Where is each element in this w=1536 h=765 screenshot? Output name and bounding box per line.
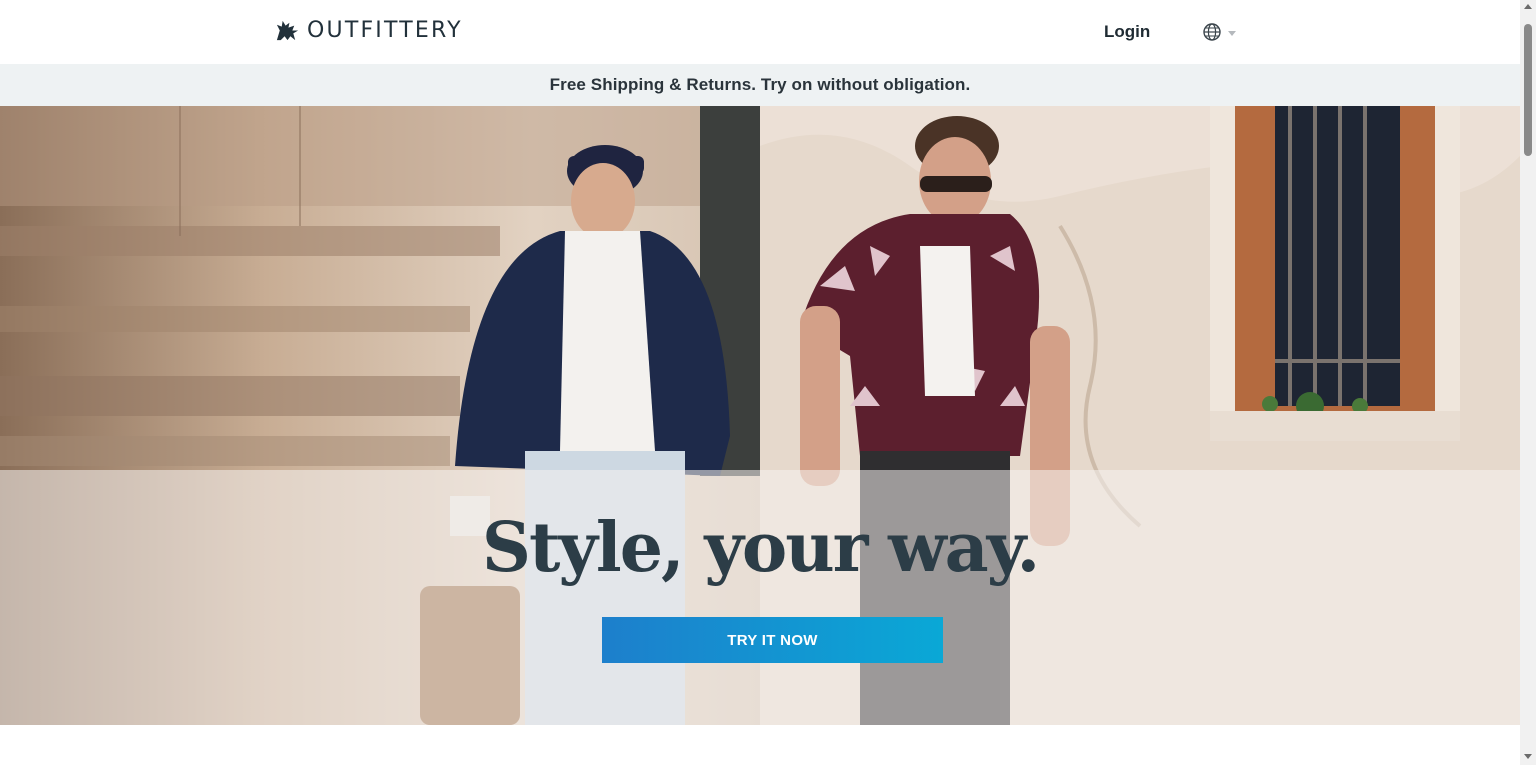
login-link[interactable]: Login [1104,22,1150,42]
language-selector[interactable] [1202,22,1236,42]
below-hero-section [0,725,1520,765]
scroll-down-arrow-icon[interactable] [1524,754,1532,759]
try-it-now-button[interactable]: TRY IT NOW [602,617,943,663]
page-scrollbar[interactable] [1520,0,1536,765]
brand-logo[interactable]: OUTFITTERY [274,17,463,44]
promo-banner-text: Free Shipping & Returns. Try on without … [549,75,971,94]
promo-banner: Free Shipping & Returns. Try on without … [0,64,1520,106]
globe-icon [1203,23,1221,41]
hero-section: Style, your way. TRY IT NOW [0,106,1520,725]
chevron-down-icon [1228,30,1236,36]
site-header: OUTFITTERY Login [0,0,1520,64]
hero-headline: Style, your way. [481,508,1040,588]
scrollbar-thumb[interactable] [1524,24,1532,156]
griffin-icon [276,20,299,41]
scroll-up-arrow-icon[interactable] [1524,4,1532,9]
brand-name: OUTFITTERY [307,18,463,43]
